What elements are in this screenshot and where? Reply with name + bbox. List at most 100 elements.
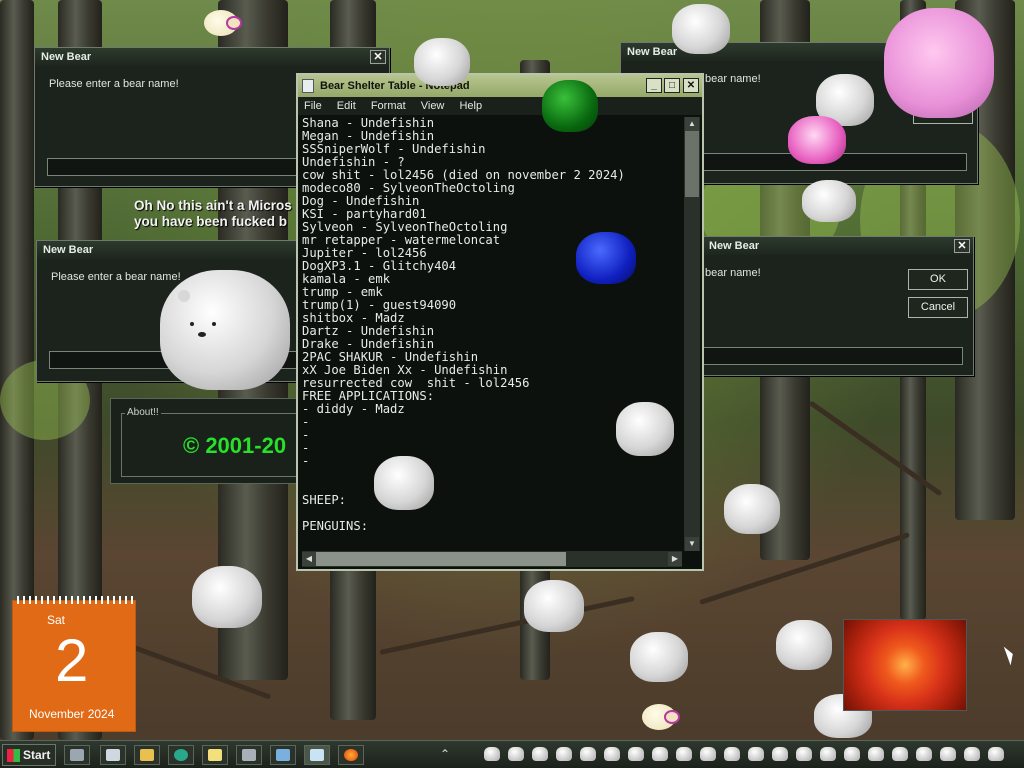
scroll-left-icon[interactable]: ◀: [302, 552, 316, 566]
bear-body: [788, 116, 846, 164]
polar-bear-sprite[interactable]: [672, 4, 730, 56]
bear-body: [542, 80, 598, 132]
bear-tray-icon[interactable]: [844, 747, 860, 761]
bear-nose: [198, 332, 206, 337]
polar-bear-sprite[interactable]: [160, 260, 290, 390]
notepad-line: [302, 481, 682, 494]
polar-bear-sprite[interactable]: [616, 402, 674, 458]
scroll-up-icon[interactable]: ▲: [685, 117, 699, 131]
maximize-button[interactable]: □: [664, 78, 680, 93]
bear-tray-icon[interactable]: [508, 747, 524, 761]
close-button[interactable]: ✕: [370, 50, 386, 64]
polar-bear-sprite[interactable]: [374, 456, 434, 512]
notepad-line: PENGUINS:: [302, 519, 369, 533]
bear-tray-icon[interactable]: [868, 747, 884, 761]
menu-file[interactable]: File: [304, 100, 322, 112]
vertical-scrollbar[interactable]: ▲ ▼: [684, 117, 700, 551]
explorer-button[interactable]: [134, 745, 160, 765]
bear-tray-icon[interactable]: [820, 747, 836, 761]
dialog-titlebar[interactable]: New Bear ✕: [703, 237, 973, 255]
close-button[interactable]: ✕: [683, 78, 699, 93]
minimize-button[interactable]: _: [646, 78, 662, 93]
cancel-button[interactable]: Cancel: [908, 297, 968, 318]
dialog-titlebar[interactable]: New Bear ✕: [35, 48, 389, 66]
bear-body: [524, 580, 584, 632]
warning-line: you have been fucked b: [134, 214, 288, 229]
bear-body: [616, 402, 674, 456]
menu-help[interactable]: Help: [459, 100, 482, 112]
paint-button[interactable]: [270, 745, 296, 765]
bear-tray-icon[interactable]: [892, 747, 908, 761]
bear-ear: [178, 290, 190, 302]
close-button[interactable]: ✕: [954, 239, 970, 253]
polar-bear-sprite[interactable]: [414, 38, 470, 88]
bear-tray-icon[interactable]: [700, 747, 716, 761]
menu-edit[interactable]: Edit: [337, 100, 356, 112]
about-box: About!! © 2001-20: [110, 398, 300, 484]
tray-expand-icon[interactable]: ⌃: [440, 747, 450, 761]
scroll-thumb[interactable]: [316, 552, 566, 566]
scroll-down-icon[interactable]: ▼: [685, 537, 699, 551]
polar-bear-sprite[interactable]: [802, 180, 856, 224]
calendar-month: November 2024: [29, 707, 115, 721]
calculator-button[interactable]: [236, 745, 262, 765]
dialog-prompt: bear name!: [705, 73, 761, 85]
notepad-button[interactable]: [202, 745, 228, 765]
bear-tray-icon[interactable]: [676, 747, 692, 761]
bear-tray-icon[interactable]: [916, 747, 932, 761]
prank-warning-text: Oh No this ain't a Micros you have been …: [134, 198, 292, 230]
scroll-right-icon[interactable]: ▶: [668, 552, 682, 566]
menu-format[interactable]: Format: [371, 100, 406, 112]
calendar-gadget[interactable]: Sat 2 November 2024: [12, 596, 136, 732]
notepad-active-button[interactable]: [304, 745, 330, 765]
horizontal-scrollbar[interactable]: ◀ ▶: [302, 551, 682, 567]
bear-tray-icon[interactable]: [556, 747, 572, 761]
firefox-button[interactable]: [338, 745, 364, 765]
bear-tray-icon[interactable]: [988, 747, 1004, 761]
new-bear-dialog[interactable]: New Bear ✕ bear name! OK Cancel: [702, 236, 974, 376]
desktop-icon: [70, 749, 84, 761]
ok-button[interactable]: OK: [908, 269, 968, 290]
show-desktop-button[interactable]: [64, 745, 90, 765]
paint-icon: [276, 749, 290, 761]
bear-tray-icon[interactable]: [532, 747, 548, 761]
bear-tray-icon[interactable]: [724, 747, 740, 761]
polar-bear-sprite[interactable]: [776, 620, 832, 672]
bear-tray-icon[interactable]: [964, 747, 980, 761]
green-bear-sprite[interactable]: [542, 80, 598, 132]
pink-creature-sprite[interactable]: [884, 8, 994, 118]
window-button[interactable]: [100, 745, 126, 765]
dialog-title: New Bear: [41, 51, 92, 63]
polar-bear-sprite[interactable]: [630, 632, 688, 684]
notepad-window[interactable]: Bear Shelter Table - Notepad _ □ ✕ File …: [296, 73, 704, 571]
polar-bear-sprite[interactable]: [724, 484, 780, 536]
notepad-icon: [310, 749, 324, 761]
start-button[interactable]: Start: [2, 744, 56, 766]
polar-bear-sprite[interactable]: [192, 562, 262, 632]
notepad-titlebar[interactable]: Bear Shelter Table - Notepad _ □ ✕: [298, 75, 702, 97]
bear-body: [192, 566, 262, 628]
bear-tray-icon[interactable]: [484, 747, 500, 761]
bear-tray-icon[interactable]: [748, 747, 764, 761]
bear-name-input[interactable]: [703, 347, 963, 365]
scroll-thumb[interactable]: [685, 131, 699, 197]
bear-tray-icon[interactable]: [628, 747, 644, 761]
bear-tray-icon[interactable]: [796, 747, 812, 761]
bear-tray-icon[interactable]: [772, 747, 788, 761]
notepad-text-area[interactable]: Shana - Undefishin Megan - Undefishin SSSn…: [302, 117, 682, 551]
calendar-day: Sat: [47, 613, 66, 627]
bear-body: [724, 484, 780, 534]
bear-tray-icon[interactable]: [652, 747, 668, 761]
polar-bear-sprite[interactable]: [524, 580, 584, 634]
flower-photo-gadget[interactable]: [843, 619, 967, 711]
menu-view[interactable]: View: [421, 100, 445, 112]
bear-tray-icon[interactable]: [604, 747, 620, 761]
firefox-icon: [344, 749, 358, 761]
edge-button[interactable]: [168, 745, 194, 765]
blue-bear-sprite[interactable]: [576, 232, 636, 284]
bear-tray-icon[interactable]: [940, 747, 956, 761]
pink-creature-sprite[interactable]: [788, 116, 846, 164]
start-label: Start: [23, 748, 51, 762]
notepad-icon: [302, 79, 314, 93]
bear-tray-icon[interactable]: [580, 747, 596, 761]
